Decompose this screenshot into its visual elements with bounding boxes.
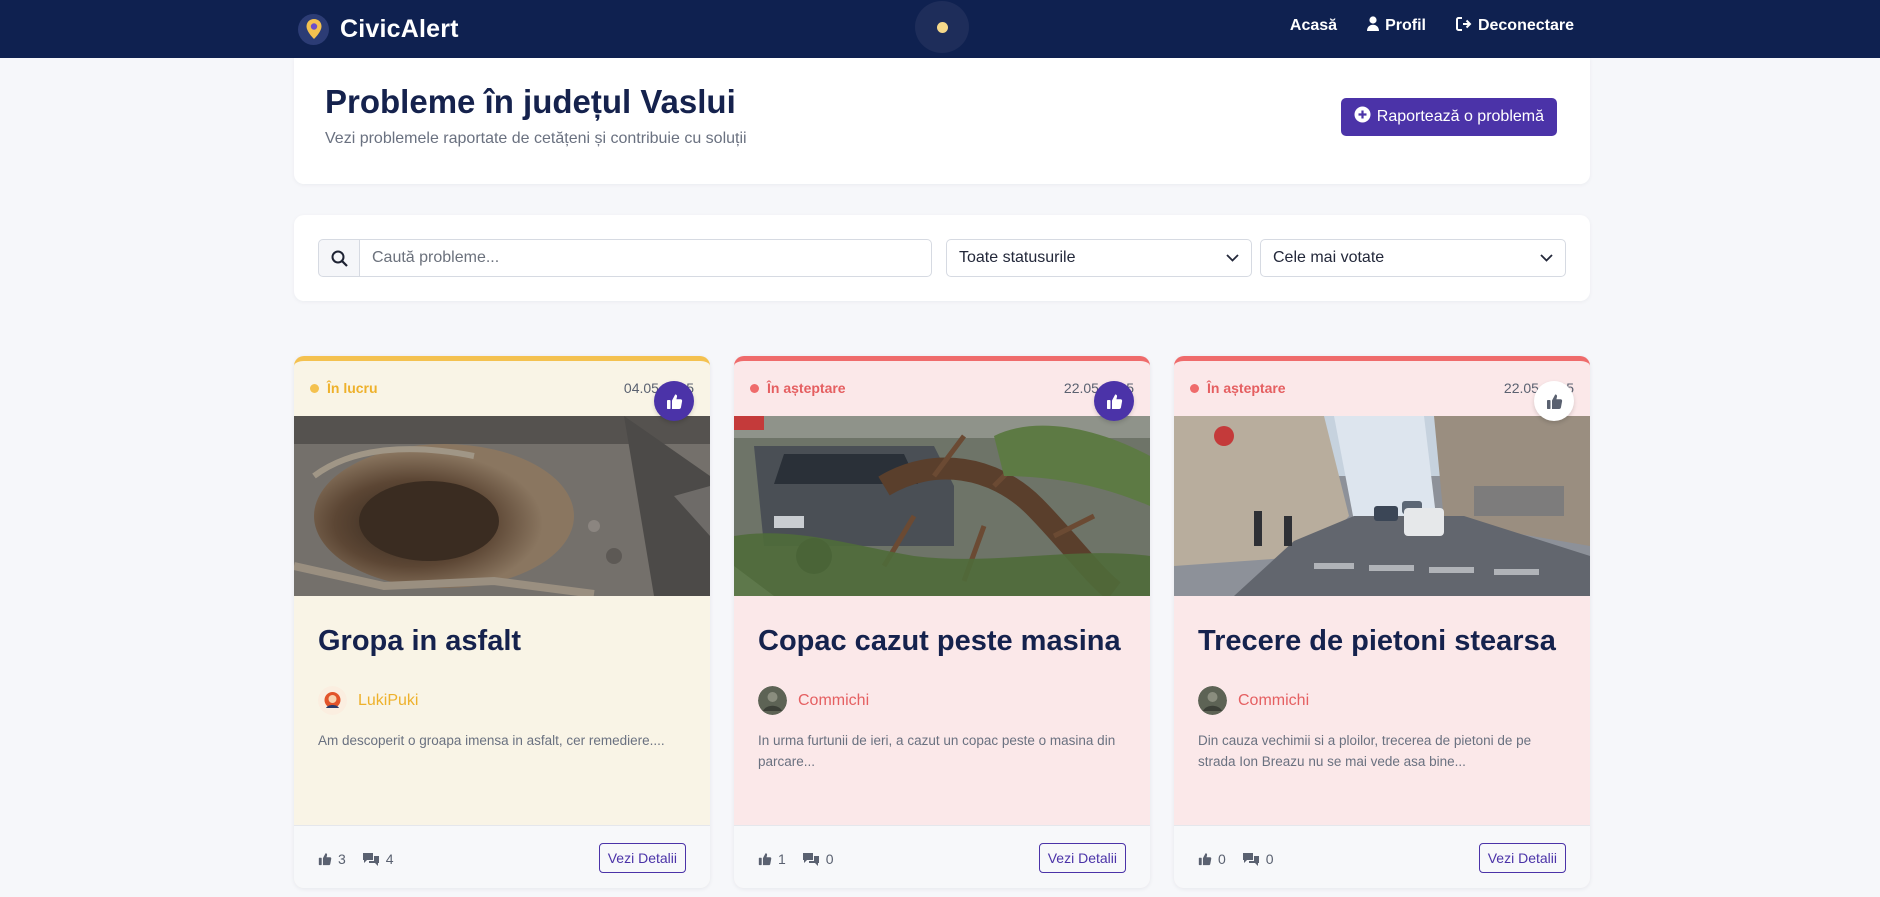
likes-count: 3	[338, 851, 346, 867]
card-footer: 0 0 Vezi Detalii	[1174, 825, 1590, 888]
nav-link-logout[interactable]: Deconectare	[1455, 16, 1574, 36]
status-label: În așteptare	[1207, 380, 1286, 396]
brand[interactable]: CivicAlert	[298, 12, 459, 46]
report-problem-label: Raportează o problemă	[1376, 108, 1544, 125]
thumbs-up-icon	[1106, 394, 1122, 409]
status-label: În așteptare	[767, 380, 846, 396]
filter-card: Toate statusurile Cele mai votate	[294, 215, 1590, 301]
view-details-button[interactable]: Vezi Detalii	[1038, 843, 1126, 873]
comments-count: 0	[825, 851, 834, 867]
plus-circle-icon	[1354, 106, 1371, 128]
comments-icon	[802, 853, 819, 866]
page-subtitle: Vezi problemele raportate de cetățeni și…	[325, 130, 747, 147]
brand-name: CivicAlert	[340, 14, 459, 43]
thumbs-up-icon	[318, 853, 332, 866]
card-stats: 3 4	[318, 851, 402, 867]
comments-stat: 0	[1242, 851, 1274, 867]
comments-stat: 4	[362, 851, 394, 867]
status-badge: În așteptare	[1190, 380, 1286, 396]
card-header: În lucru 04.05.2025	[294, 361, 710, 416]
nav-link-profile-label: Profil	[1385, 17, 1426, 34]
theme-toggle-button[interactable]	[915, 1, 969, 53]
likes-stat: 0	[1198, 851, 1226, 867]
card-author[interactable]: LukiPuki	[318, 686, 418, 715]
page-header-card: Probleme în județul Vaslui Vezi probleme…	[294, 58, 1590, 184]
status-select[interactable]: Toate statusurile	[946, 239, 1252, 277]
card-image-fallen-tree	[734, 416, 1150, 596]
sort-select-value: Cele mai votate	[1273, 249, 1385, 266]
status-dot-icon	[750, 383, 759, 393]
card-header: În așteptare 22.05.2025	[734, 361, 1150, 416]
problem-card[interactable]: În așteptare 22.05.2025 Copac cazut pest…	[734, 356, 1150, 888]
comments-count: 4	[385, 851, 394, 867]
card-image-pothole	[294, 416, 710, 596]
likes-stat: 1	[758, 851, 786, 867]
card-stats: 1 0	[758, 851, 842, 867]
nav-link-profile[interactable]: Profil	[1367, 16, 1426, 36]
search-group	[318, 239, 932, 277]
card-excerpt: In urma furtunii de ieri, a cazut un cop…	[758, 733, 1116, 769]
card-title[interactable]: Trecere de pietoni stearsa	[1198, 625, 1556, 658]
card-image-crosswalk	[1174, 416, 1590, 596]
thumbs-up-icon	[1546, 394, 1562, 409]
problem-card[interactable]: În așteptare 22.05.2025 Trecere de pieto…	[1174, 356, 1590, 888]
author-name: Commichi	[798, 691, 870, 709]
nav-link-logout-label: Deconectare	[1477, 17, 1574, 34]
chevron-down-icon	[1226, 249, 1239, 267]
card-footer: 3 4 Vezi Detalii	[294, 825, 710, 888]
likes-stat: 3	[318, 851, 346, 867]
logout-icon	[1455, 16, 1472, 36]
comments-icon	[1242, 853, 1259, 866]
author-name: Commichi	[1238, 691, 1310, 709]
nav-link-home[interactable]: Acasă	[1290, 17, 1337, 35]
nav-links: Acasă Profil Deconectare	[1290, 16, 1574, 36]
avatar	[758, 686, 787, 715]
status-badge: În așteptare	[750, 380, 846, 396]
card-author[interactable]: Commichi	[1198, 686, 1309, 715]
card-footer: 1 0 Vezi Detalii	[734, 825, 1150, 888]
view-details-button[interactable]: Vezi Detalii	[598, 843, 686, 873]
sort-select[interactable]: Cele mai votate	[1260, 239, 1566, 277]
search-icon	[318, 239, 360, 277]
comments-count: 0	[1265, 851, 1274, 867]
card-stats: 0 0	[1198, 851, 1282, 867]
problem-card[interactable]: În lucru 04.05.2025 Gropa in asfalt	[294, 356, 710, 888]
top-navbar: CivicAlert Acasă Profil Deconectare	[0, 0, 1880, 58]
report-problem-button[interactable]: Raportează o problemă	[1340, 98, 1557, 136]
likes-count: 0	[1218, 851, 1226, 867]
status-label: În lucru	[327, 380, 378, 396]
thumbs-up-icon	[666, 394, 682, 409]
comments-stat: 0	[802, 851, 834, 867]
thumbs-up-icon	[1198, 853, 1212, 866]
nav-link-home-label: Acasă	[1289, 17, 1338, 34]
card-title[interactable]: Gropa in asfalt	[318, 625, 521, 658]
status-dot-icon	[310, 383, 319, 393]
upvote-button[interactable]	[654, 381, 694, 421]
user-icon	[1367, 16, 1380, 36]
avatar	[1198, 686, 1227, 715]
sun-icon	[936, 21, 948, 33]
status-dot-icon	[1190, 383, 1199, 393]
chevron-down-icon	[1540, 249, 1553, 267]
view-details-button[interactable]: Vezi Detalii	[1478, 843, 1566, 873]
upvote-button[interactable]	[1094, 381, 1134, 421]
likes-count: 1	[778, 851, 786, 867]
card-title[interactable]: Copac cazut peste masina	[758, 625, 1121, 658]
status-badge: În lucru	[310, 380, 378, 396]
card-excerpt: Din cauza vechimii si a ploilor, trecere…	[1198, 733, 1532, 769]
status-select-value: Toate statusurile	[959, 249, 1076, 266]
search-input[interactable]	[360, 239, 932, 277]
avatar	[318, 686, 347, 715]
author-name: LukiPuki	[358, 691, 419, 709]
comments-icon	[362, 853, 379, 866]
card-author[interactable]: Commichi	[758, 686, 869, 715]
page-title: Probleme în județul Vaslui	[325, 83, 736, 120]
card-excerpt: Am descoperit o groapa imensa in asfalt,…	[318, 733, 665, 748]
location-pin-icon	[298, 13, 329, 45]
card-header: În așteptare 22.05.2025	[1174, 361, 1590, 416]
thumbs-up-icon	[758, 853, 772, 866]
upvote-button[interactable]	[1534, 381, 1574, 421]
